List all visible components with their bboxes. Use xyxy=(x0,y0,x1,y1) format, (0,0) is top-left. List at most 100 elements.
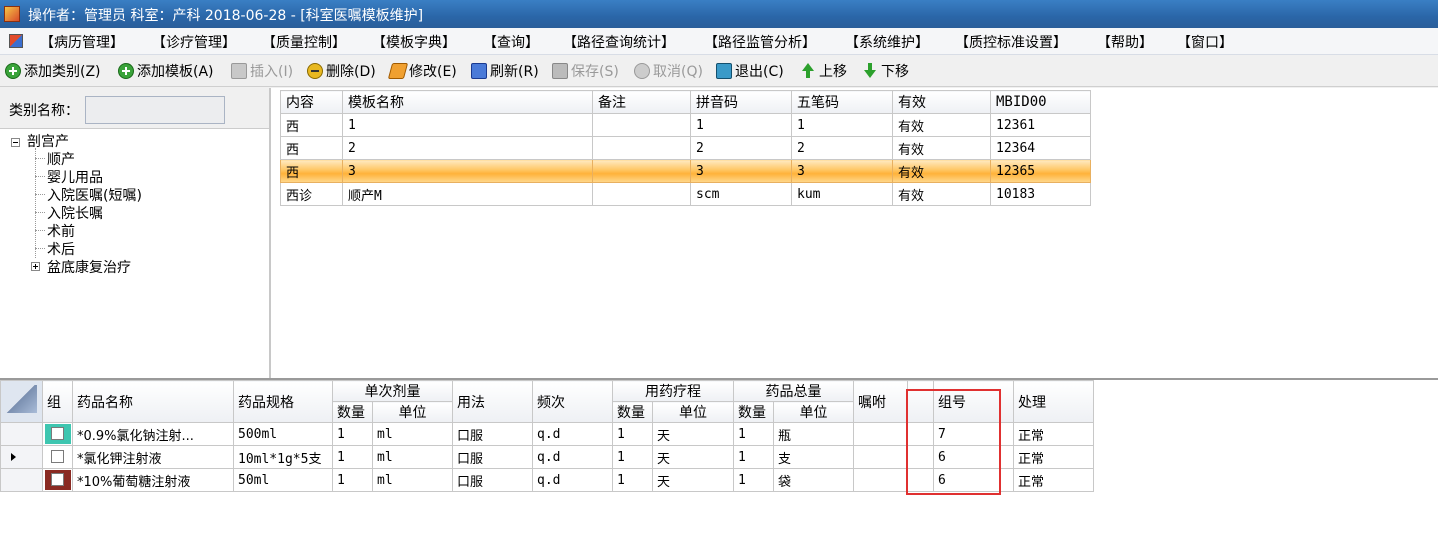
table-cell[interactable]: 有效 xyxy=(892,113,991,137)
column-header[interactable]: 模板名称 xyxy=(342,90,593,114)
column-header[interactable]: 备注 xyxy=(592,90,691,114)
table-cell[interactable]: 2 xyxy=(690,136,792,160)
table-cell[interactable]: 顺产M xyxy=(342,182,593,206)
column-subheader[interactable]: 数量 xyxy=(332,401,373,423)
menu-help[interactable]: 【帮助】 xyxy=(1097,32,1153,52)
window-menu-icon[interactable] xyxy=(9,34,23,48)
category-name-input[interactable] xyxy=(85,96,225,124)
course-unit-cell[interactable]: 天 xyxy=(652,468,734,492)
table-cell[interactable]: 有效 xyxy=(892,182,991,206)
move-up-button[interactable]: 上移 xyxy=(800,61,847,81)
group-cell[interactable] xyxy=(42,468,73,492)
usage-cell[interactable]: 口服 xyxy=(452,422,533,446)
menu-system-maintenance[interactable]: 【系统维护】 xyxy=(845,32,929,52)
course-qty-cell[interactable]: 1 xyxy=(612,445,653,469)
table-cell[interactable]: 有效 xyxy=(892,136,991,160)
tree-node-root[interactable]: 剖宫产 xyxy=(27,131,69,151)
total-qty-cell[interactable]: 1 xyxy=(733,422,774,446)
note-cell[interactable] xyxy=(853,422,908,446)
add-category-button[interactable]: 添加类别(Z) xyxy=(5,61,101,81)
column-subheader[interactable]: 数量 xyxy=(733,401,774,423)
column-header[interactable]: 内容 xyxy=(280,90,343,114)
dose-qty-cell[interactable]: 1 xyxy=(332,422,373,446)
table-row[interactable]: 西 2 2 2 有效 12364 xyxy=(280,136,1091,160)
tree-node-collapsed[interactable]: 盆底康复治疗 xyxy=(47,257,131,277)
total-qty-cell[interactable]: 1 xyxy=(733,445,774,469)
menu-diagnosis-treatment[interactable]: 【诊疗管理】 xyxy=(152,32,236,52)
column-subheader[interactable]: 单位 xyxy=(372,401,453,423)
total-qty-cell[interactable]: 1 xyxy=(733,468,774,492)
table-cell[interactable]: 12361 xyxy=(990,113,1091,137)
delete-button[interactable]: 删除(D) xyxy=(307,61,376,81)
table-cell[interactable]: 1 xyxy=(690,113,792,137)
refresh-button[interactable]: 刷新(R) xyxy=(471,61,539,81)
column-header[interactable]: 处理 xyxy=(1013,380,1094,423)
column-header[interactable]: 频次 xyxy=(532,380,613,423)
table-row[interactable]: 西诊 顺产M scm kum 有效 10183 xyxy=(280,182,1091,206)
edit-button[interactable]: 修改(E) xyxy=(387,61,457,81)
dose-unit-cell[interactable]: ml xyxy=(372,422,453,446)
table-cell[interactable] xyxy=(592,136,691,160)
course-unit-cell[interactable]: 天 xyxy=(652,445,734,469)
table-cell[interactable]: 3 xyxy=(690,159,792,183)
column-header[interactable]: 用法 xyxy=(452,380,533,423)
table-row[interactable]: 西 1 1 1 有效 12361 xyxy=(280,113,1091,137)
column-subheader[interactable]: 数量 xyxy=(612,401,653,423)
drug-name-cell[interactable]: *10%葡萄糖注射液 xyxy=(72,468,234,492)
table-cell[interactable] xyxy=(592,159,691,183)
menu-qc-standards[interactable]: 【质控标准设置】 xyxy=(955,32,1067,52)
menu-path-query-stats[interactable]: 【路径查询统计】 xyxy=(563,32,675,52)
drug-name-cell[interactable]: *0.9%氯化钠注射... xyxy=(72,422,234,446)
table-cell[interactable]: 3 xyxy=(342,159,593,183)
group-cell[interactable] xyxy=(42,422,73,446)
total-unit-cell[interactable]: 袋 xyxy=(773,468,854,492)
table-cell[interactable]: 西 xyxy=(280,113,343,137)
course-unit-cell[interactable]: 天 xyxy=(652,422,734,446)
total-unit-cell[interactable]: 支 xyxy=(773,445,854,469)
exit-button[interactable]: 退出(C) xyxy=(716,61,784,81)
column-subheader[interactable]: 单位 xyxy=(773,401,854,423)
note-cell[interactable] xyxy=(853,445,908,469)
tree-node-child[interactable]: 婴儿用品 xyxy=(47,167,103,187)
row-checkbox[interactable] xyxy=(51,450,64,463)
add-template-button[interactable]: 添加模板(A) xyxy=(118,61,214,81)
course-qty-cell[interactable]: 1 xyxy=(612,422,653,446)
cancel-button[interactable]: 取消(Q) xyxy=(634,61,703,81)
handle-cell[interactable]: 正常 xyxy=(1013,468,1094,492)
collapse-icon[interactable] xyxy=(11,138,20,147)
course-qty-cell[interactable]: 1 xyxy=(612,468,653,492)
column-header[interactable]: 药品规格 xyxy=(233,380,333,423)
table-cell[interactable]: 12365 xyxy=(990,159,1091,183)
table-cell[interactable]: 2 xyxy=(342,136,593,160)
table-cell[interactable]: 西诊 xyxy=(280,182,343,206)
table-cell[interactable] xyxy=(592,113,691,137)
dose-qty-cell[interactable]: 1 xyxy=(332,468,373,492)
menu-window[interactable]: 【窗口】 xyxy=(1177,32,1233,52)
column-header[interactable]: 拼音码 xyxy=(690,90,792,114)
drug-spec-cell[interactable]: 10ml*1g*5支 xyxy=(233,445,333,469)
column-subheader[interactable]: 单位 xyxy=(652,401,734,423)
select-all-corner[interactable] xyxy=(0,380,43,423)
tree-node-child[interactable]: 顺产 xyxy=(47,149,75,169)
group-cell[interactable] xyxy=(42,445,73,469)
table-cell[interactable]: 12364 xyxy=(990,136,1091,160)
column-header[interactable]: 五笔码 xyxy=(791,90,893,114)
save-button[interactable]: 保存(S) xyxy=(552,61,619,81)
note-cell[interactable] xyxy=(853,468,908,492)
menu-template-dictionary[interactable]: 【模板字典】 xyxy=(372,32,456,52)
row-checkbox[interactable] xyxy=(51,427,64,440)
row-header[interactable] xyxy=(0,422,43,446)
drug-spec-cell[interactable]: 500ml xyxy=(233,422,333,446)
column-header[interactable]: MBID00 xyxy=(990,90,1091,114)
table-cell[interactable]: 西 xyxy=(280,159,343,183)
table-cell[interactable]: scm xyxy=(690,182,792,206)
total-unit-cell[interactable]: 瓶 xyxy=(773,422,854,446)
row-checkbox[interactable] xyxy=(51,473,64,486)
table-cell[interactable]: 西 xyxy=(280,136,343,160)
handle-cell[interactable]: 正常 xyxy=(1013,445,1094,469)
table-cell[interactable]: 10183 xyxy=(990,182,1091,206)
dose-unit-cell[interactable]: ml xyxy=(372,445,453,469)
table-cell[interactable]: 有效 xyxy=(892,159,991,183)
column-header[interactable]: 有效 xyxy=(892,90,991,114)
table-cell[interactable]: kum xyxy=(791,182,893,206)
